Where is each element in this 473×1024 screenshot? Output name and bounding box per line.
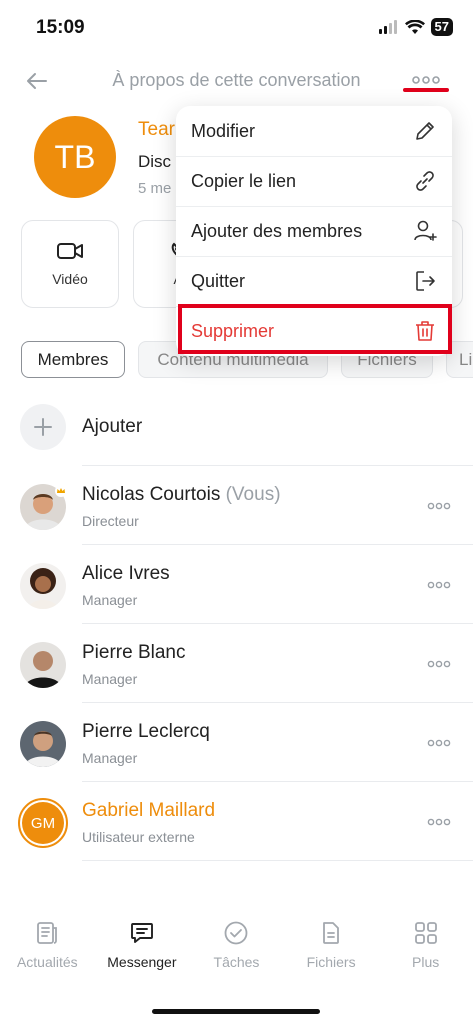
avatar bbox=[20, 721, 66, 767]
nav-item-actualites[interactable]: Actualités bbox=[0, 920, 95, 990]
add-user-icon bbox=[414, 220, 437, 241]
member-name: Nicolas Courtois (Vous) bbox=[82, 484, 281, 505]
member-role: Manager bbox=[82, 592, 138, 608]
member-role: Manager bbox=[82, 750, 138, 766]
video-call-button[interactable]: Vidéo bbox=[21, 220, 119, 308]
pencil-icon bbox=[416, 122, 434, 140]
newsfeed-icon bbox=[37, 922, 58, 944]
menu-item-label: Copier le lien bbox=[191, 170, 297, 191]
menu-item-label: Ajouter des membres bbox=[191, 220, 363, 241]
nav-item-fichiers[interactable]: Fichiers bbox=[284, 920, 379, 990]
link-icon bbox=[416, 171, 434, 191]
wifi-icon bbox=[404, 19, 425, 34]
member-row[interactable]: Pierre Leclercq Manager bbox=[20, 721, 473, 799]
tab-members[interactable]: Membres bbox=[21, 341, 125, 378]
more-dots-icon[interactable] bbox=[427, 814, 451, 830]
nav-label: Plus bbox=[412, 954, 440, 970]
member-row[interactable]: Pierre Blanc Manager bbox=[20, 642, 473, 720]
exit-icon bbox=[416, 271, 435, 291]
member-name: Gabriel Maillard bbox=[82, 800, 216, 821]
avatar-initials: GM bbox=[30, 814, 56, 832]
divider bbox=[82, 623, 473, 624]
member-role: Utilisateur externe bbox=[82, 829, 195, 845]
add-member-row[interactable]: Ajouter bbox=[20, 404, 473, 452]
status-time: 15:09 bbox=[36, 17, 85, 38]
video-call-label: Vidéo bbox=[52, 271, 88, 287]
menu-item-leave[interactable]: Quitter bbox=[176, 256, 452, 306]
person-photo-icon bbox=[20, 642, 66, 688]
nav-item-messenger[interactable]: Messenger bbox=[95, 920, 190, 990]
menu-item-copy-link[interactable]: Copier le lien bbox=[176, 156, 452, 206]
plus-icon bbox=[34, 418, 52, 436]
more-dots-icon[interactable] bbox=[427, 735, 451, 751]
grid-icon bbox=[414, 922, 437, 944]
avatar: GM bbox=[18, 798, 68, 848]
home-indicator bbox=[152, 1009, 320, 1014]
check-circle-icon bbox=[225, 921, 248, 945]
more-button-highlight bbox=[403, 88, 449, 92]
member-row[interactable]: Alice Ivres Manager bbox=[20, 563, 473, 641]
nav-label: Actualités bbox=[16, 954, 78, 970]
menu-item-edit[interactable]: Modifier bbox=[176, 106, 452, 156]
divider bbox=[82, 781, 473, 782]
member-row[interactable]: Nicolas Courtois (Vous) Directeur bbox=[20, 484, 473, 562]
nav-label: Fichiers bbox=[306, 954, 356, 970]
avatar bbox=[20, 642, 66, 688]
member-name: Pierre Blanc bbox=[82, 642, 186, 663]
member-row[interactable]: GM Gabriel Maillard Utilisateur externe bbox=[18, 798, 473, 878]
conversation-description: Disc bbox=[138, 152, 172, 171]
divider bbox=[82, 544, 473, 545]
battery-indicator: 57 bbox=[430, 18, 453, 36]
add-member-label: Ajouter bbox=[82, 416, 143, 437]
bottom-nav: Actualités Messenger Tâches Fichiers Plu… bbox=[0, 920, 473, 990]
conversation-name: Tear bbox=[138, 119, 175, 140]
nav-label: Messenger bbox=[107, 954, 177, 970]
signal-icon bbox=[378, 20, 397, 34]
divider bbox=[82, 860, 473, 861]
status-icons: 57 bbox=[378, 18, 453, 36]
more-dots-icon[interactable] bbox=[427, 656, 451, 672]
video-camera-icon bbox=[57, 243, 83, 259]
conversation-meta: 5 me bbox=[138, 180, 172, 197]
conversation-avatar: TB bbox=[34, 116, 116, 198]
member-role: Manager bbox=[82, 671, 138, 687]
person-photo-icon bbox=[20, 721, 66, 767]
header: À propos de cette conversation bbox=[0, 58, 473, 102]
divider bbox=[82, 465, 473, 466]
more-dots-icon[interactable] bbox=[427, 498, 451, 514]
menu-item-label: Modifier bbox=[191, 120, 256, 141]
more-dots-icon bbox=[412, 76, 440, 84]
file-icon bbox=[323, 922, 339, 944]
status-bar: 15:09 57 bbox=[0, 0, 473, 54]
menu-item-label: Quitter bbox=[191, 270, 246, 291]
add-circle bbox=[20, 404, 66, 450]
nav-item-taches[interactable]: Tâches bbox=[189, 920, 284, 990]
delete-highlight bbox=[178, 304, 452, 354]
member-role: Directeur bbox=[82, 513, 139, 529]
avatar bbox=[20, 563, 66, 609]
member-name: Alice Ivres bbox=[82, 563, 170, 584]
chat-icon bbox=[130, 923, 153, 943]
divider bbox=[82, 702, 473, 703]
nav-item-plus[interactable]: Plus bbox=[378, 920, 473, 990]
nav-label: Tâches bbox=[213, 954, 260, 970]
more-dots-icon[interactable] bbox=[427, 577, 451, 593]
menu-item-add-members[interactable]: Ajouter des membres bbox=[176, 206, 452, 256]
person-photo-icon bbox=[20, 563, 66, 609]
member-name: Pierre Leclercq bbox=[82, 721, 210, 742]
page-title: À propos de cette conversation bbox=[112, 70, 361, 90]
avatar bbox=[20, 484, 67, 530]
crown-icon bbox=[55, 485, 67, 497]
